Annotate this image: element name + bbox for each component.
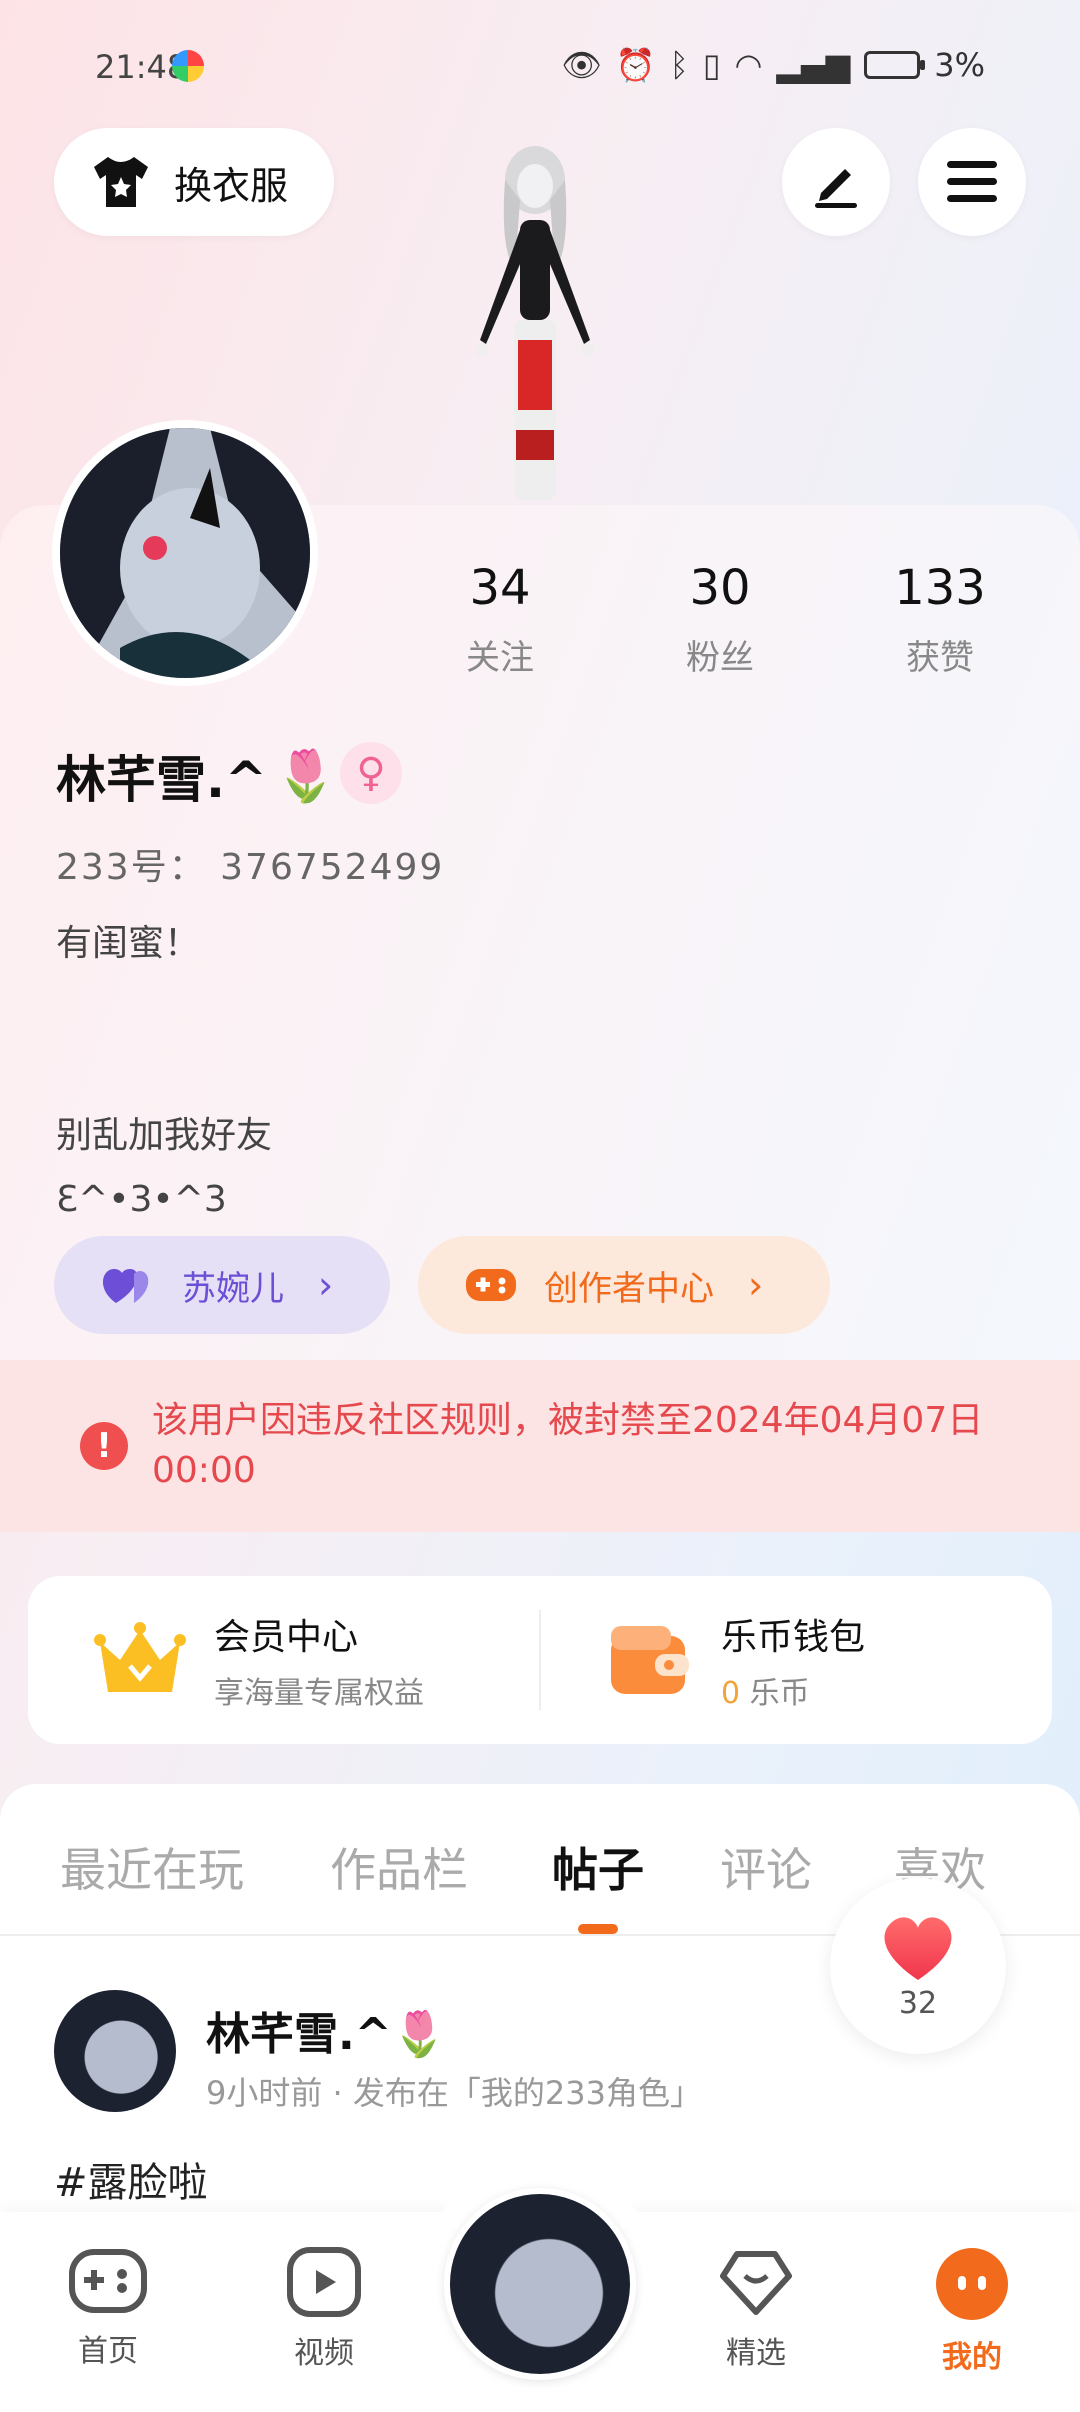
ban-notice: ! 该用户因违反社区规则，被封禁至2024年04月07日 00:00: [0, 1360, 1080, 1532]
stat-label: 粉丝: [686, 638, 754, 678]
menu-icon: [947, 161, 997, 202]
username: 林芊雪.^ 🌷: [56, 740, 337, 812]
coin-wallet-title: 乐币钱包: [721, 1617, 866, 1658]
alert-icon: !: [80, 1422, 128, 1470]
stat-likes[interactable]: 133 获赞: [840, 560, 1040, 679]
vibrate-icon: ▯: [702, 46, 721, 84]
change-outfit-button[interactable]: 换衣服: [54, 128, 334, 236]
gamepad-icon: [69, 2249, 147, 2313]
post-meta: 9小时前 · 发布在「我的233角色」: [206, 2074, 702, 2112]
tulip-emoji: 🌷: [391, 2009, 447, 2060]
nav-center-avatar[interactable]: [444, 2188, 636, 2380]
heart-diamond-icon: [720, 2251, 792, 2315]
stat-value: 34: [469, 560, 531, 616]
gamepad-plus-icon: [466, 1269, 516, 1301]
stat-followers[interactable]: 30 粉丝: [620, 560, 820, 679]
coin-amount: 0: [721, 1676, 741, 1711]
video-play-icon: [287, 2247, 361, 2317]
wallet-icon: [611, 1626, 689, 1694]
eye-icon: 👁: [561, 46, 602, 84]
nav-video[interactable]: 视频: [264, 2246, 384, 2372]
member-center-subtitle: 享海量专属权益: [214, 1676, 424, 1711]
stat-label: 获赞: [906, 638, 974, 678]
signal-icon: ▂▄▆: [776, 46, 851, 84]
nav-mine-label: 我的: [942, 2340, 1002, 2375]
like-button[interactable]: 32: [830, 1878, 1006, 2054]
double-heart-icon: [102, 1269, 149, 1303]
wifi-icon: ◠: [734, 46, 763, 84]
username-text: 林芊雪.^: [56, 751, 267, 809]
edit-profile-button[interactable]: [782, 128, 890, 236]
family-label: 苏婉儿: [182, 1268, 284, 1309]
family-button[interactable]: 苏婉儿 ›: [54, 1236, 390, 1334]
battery-percent: 3%: [934, 46, 985, 84]
user-id[interactable]: 233号： 376752499: [56, 838, 444, 890]
wallet-card: 会员中心 享海量专属权益 乐币钱包 0 乐币: [28, 1576, 1052, 1744]
profile-face-icon: [936, 2248, 1008, 2320]
crown-icon: [94, 1622, 186, 1692]
stat-value: 133: [894, 560, 986, 616]
nav-featured-label: 精选: [726, 2336, 786, 2371]
app-notification-icon: [172, 50, 204, 82]
tab-recently-played[interactable]: 最近在玩: [60, 1834, 244, 1900]
member-center-title: 会员中心: [214, 1617, 359, 1658]
nav-featured[interactable]: 精选: [696, 2246, 816, 2372]
tab-comments[interactable]: 评论: [720, 1834, 812, 1900]
pencil-icon: [815, 169, 857, 208]
chevron-right-icon: ›: [748, 1263, 764, 1307]
stat-following[interactable]: 34 关注: [400, 560, 600, 679]
status-bar: 21:48 👁 ⏰ ᛒ ▯ ◠ ▂▄▆ 3%: [0, 0, 1080, 130]
post-author-avatar[interactable]: [54, 1990, 176, 2112]
tab-works[interactable]: 作品栏: [330, 1834, 468, 1900]
profile-avatar[interactable]: [52, 420, 318, 686]
battery-icon: [864, 51, 926, 79]
tab-posts[interactable]: 帖子: [552, 1834, 644, 1900]
member-center-entry[interactable]: 会员中心 享海量专属权益: [28, 1576, 539, 1744]
nav-mine[interactable]: 我的: [912, 2246, 1032, 2376]
gender-female-icon: ♀: [340, 742, 402, 804]
coin-wallet-subtitle: 0 乐币: [721, 1668, 865, 1712]
alarm-icon: ⏰: [615, 46, 656, 84]
bluetooth-icon: ᛒ: [669, 46, 689, 84]
heart-icon: [884, 1916, 952, 1980]
like-count: 32: [898, 1985, 938, 2021]
shirt-icon: [94, 157, 148, 207]
stat-label: 关注: [466, 638, 534, 678]
change-outfit-label: 换衣服: [174, 163, 289, 208]
post-author-name: 林芊雪.^🌷: [206, 1998, 446, 2062]
coin-wallet-entry[interactable]: 乐币钱包 0 乐币: [541, 1576, 1052, 1744]
status-icons: 👁 ⏰ ᛒ ▯ ◠ ▂▄▆ 3%: [561, 46, 985, 84]
tulip-emoji: 🌷: [274, 746, 338, 805]
creator-center-button[interactable]: 创作者中心 ›: [418, 1236, 830, 1334]
stat-value: 30: [689, 560, 751, 616]
user-bio: 有闺蜜！ 别乱加我好友 Ɛ^•3•^3: [56, 923, 273, 1220]
nav-video-label: 视频: [294, 2336, 354, 2371]
chevron-right-icon: ›: [318, 1263, 334, 1307]
nav-home-label: 首页: [78, 2334, 138, 2369]
post-content: #露脸啦: [54, 2160, 208, 2206]
post-author-text: 林芊雪.^: [206, 2009, 392, 2060]
avatar-character-figure: [475, 146, 595, 500]
profile-stats: 34 关注 30 粉丝 133 获赞: [400, 560, 1040, 679]
active-tab-indicator: [578, 1924, 618, 1934]
creator-center-label: 创作者中心: [544, 1268, 714, 1309]
menu-button[interactable]: [918, 128, 1026, 236]
ban-notice-text: 该用户因违反社区规则，被封禁至2024年04月07日 00:00: [152, 1400, 984, 1491]
coin-unit: 乐币: [749, 1676, 810, 1711]
nav-home[interactable]: 首页: [48, 2246, 168, 2370]
